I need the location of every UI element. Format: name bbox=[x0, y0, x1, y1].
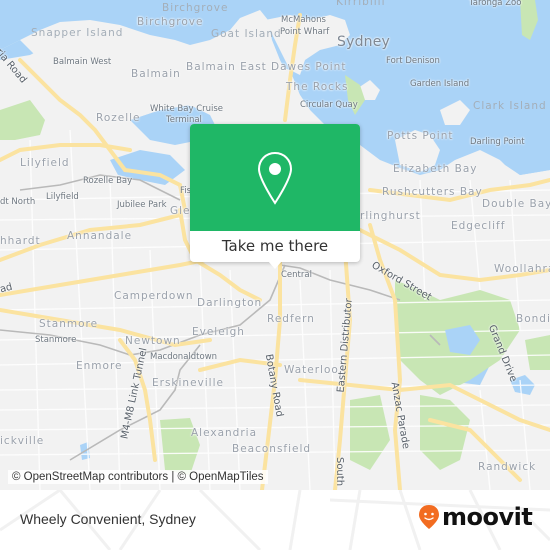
label-birchgrove-top: Birchgrove bbox=[162, 2, 229, 14]
label-birchgrove: Birchgrove bbox=[137, 16, 204, 28]
label-rozelle: Rozelle bbox=[96, 112, 141, 124]
label-woollahra: Woollahra bbox=[494, 263, 550, 275]
label-macdonaldtown: Macdonaldtown bbox=[150, 352, 218, 362]
label-elizabeth-bay: Elizabeth Bay bbox=[393, 163, 478, 175]
map-attribution[interactable]: © OpenStreetMap contributors | © OpenMap… bbox=[8, 470, 268, 484]
label-balmain: Balmain bbox=[131, 68, 181, 80]
label-balmain-west: Balmain West bbox=[53, 57, 112, 67]
label-darlinghurst: rlinghurst bbox=[360, 210, 421, 222]
label-circular-quay: Circular Quay bbox=[300, 100, 358, 110]
label-rozelle-bay: Rozelle Bay bbox=[83, 176, 133, 186]
label-eveleigh: Eveleigh bbox=[192, 326, 245, 338]
label-rushcutters-bay: Rushcutters Bay bbox=[382, 186, 483, 198]
label-the-rocks: The Rocks bbox=[286, 81, 349, 93]
label-erskineville: Erskineville bbox=[152, 377, 224, 389]
label-potts-point: Potts Point bbox=[387, 130, 454, 142]
label-marrickville: ickville bbox=[0, 435, 45, 447]
label-mcmahons-point-2: Point Wharf bbox=[280, 27, 330, 37]
popup-pointer bbox=[268, 261, 282, 269]
label-annandale: Annandale bbox=[67, 230, 133, 242]
label-fort-denison: Fort Denison bbox=[386, 56, 440, 66]
label-randwick: Randwick bbox=[478, 461, 537, 473]
moovit-logo[interactable]: moovit bbox=[418, 503, 533, 531]
label-lilyfield: Lilyfield bbox=[46, 192, 79, 202]
map-pin-icon bbox=[257, 151, 293, 205]
label-snapper-island: Snapper Island bbox=[31, 27, 124, 39]
popup-header bbox=[190, 124, 360, 231]
label-balmain-east: Balmain East bbox=[186, 61, 267, 73]
footer-bar: Wheely Convenient, Sydney moovit bbox=[0, 490, 550, 550]
label-camperdown: Camperdown bbox=[114, 290, 194, 302]
label-glebe: Gle bbox=[170, 205, 191, 217]
label-beaconsfield: Beaconsfield bbox=[232, 443, 312, 455]
label-redfern: Redfern bbox=[267, 313, 315, 325]
road-label-south-dowling: South bbox=[334, 456, 346, 487]
label-darling-point: Darling Point bbox=[470, 137, 525, 147]
label-dawes-point: Dawes Point bbox=[271, 61, 347, 73]
map-view[interactable]: Birchgrove Kirribilli Taronga Zoo Birchg… bbox=[0, 0, 550, 490]
label-central-station: Central bbox=[281, 270, 312, 280]
label-bondi: Bondi bbox=[516, 313, 550, 325]
label-clark-island: Clark Island bbox=[473, 100, 547, 112]
label-jubilee-park: Jubilee Park bbox=[117, 200, 167, 210]
label-stanmore-station: Stanmore bbox=[35, 335, 77, 345]
label-kirribilli: Kirribilli bbox=[336, 0, 386, 8]
location-popup: Take me there bbox=[190, 124, 360, 269]
take-me-there-button[interactable]: Take me there bbox=[190, 231, 360, 262]
label-newtown: Newtown bbox=[125, 335, 181, 347]
label-taronga-zoo: Taronga Zoo bbox=[469, 0, 522, 8]
label-white-bay-1: White Bay Cruise bbox=[150, 104, 224, 114]
label-lilyfield-top: Lilyfield bbox=[20, 157, 70, 169]
label-edgecliff: Edgecliff bbox=[451, 220, 506, 232]
label-garden-island: Garden Island bbox=[410, 79, 470, 89]
label-waterloo: Waterloo bbox=[284, 364, 339, 376]
moovit-wordmark: moovit bbox=[442, 503, 533, 531]
label-stanmore: Stanmore bbox=[39, 318, 99, 330]
label-leichhardt: hhardt bbox=[0, 235, 41, 247]
label-alexandria: Alexandria bbox=[191, 427, 258, 439]
label-enmore: Enmore bbox=[76, 360, 123, 372]
label-city-sydney: Sydney bbox=[337, 34, 391, 50]
label-double-bay: Double Bay bbox=[482, 198, 550, 210]
place-name: Wheely Convenient, Sydney bbox=[20, 511, 196, 527]
label-darlington: Darlington bbox=[197, 297, 263, 309]
label-goat-island: Goat Island bbox=[211, 28, 282, 40]
label-leichhardt-north: dt North bbox=[0, 197, 36, 207]
moovit-smiley-pin-icon bbox=[419, 505, 439, 529]
label-mcmahons-point-1: McMahons bbox=[281, 15, 326, 25]
